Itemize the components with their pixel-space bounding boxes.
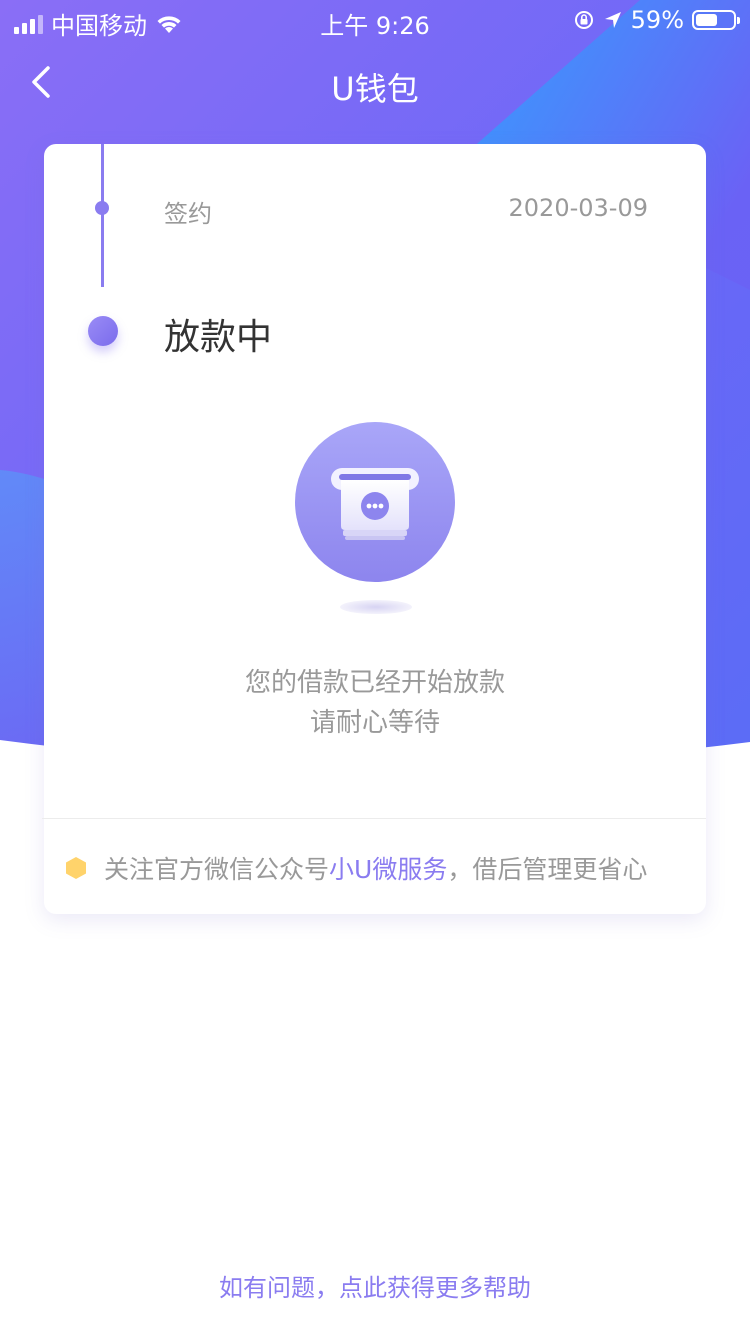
loan-status-card: 签约 2020-03-09 放款中 您的借款已经开始放款 请耐心等待 关注官方微… — [42, 144, 706, 914]
hexagon-icon — [66, 857, 86, 879]
wechat-account-link[interactable]: 小U微服务 — [329, 850, 447, 886]
rotation-lock-icon — [574, 11, 593, 29]
status-message-line1: 您的借款已经开始放款 — [244, 668, 505, 698]
timeline-dot-current — [88, 316, 118, 346]
follow-suffix: ，借后管理更省心 — [447, 855, 648, 884]
receipt-printer-icon — [295, 422, 455, 582]
status-message-line2: 请耐心等待 — [309, 708, 440, 738]
page-title: U钱包 — [331, 70, 419, 108]
current-status-title: 放款中 — [164, 317, 273, 358]
timeline-line — [101, 144, 104, 287]
timeline-step-label: 签约 — [164, 200, 212, 228]
battery-icon — [692, 10, 740, 30]
card-divider — [42, 818, 706, 819]
help-link[interactable]: 如有问题，点此获得更多帮助 — [0, 1268, 750, 1303]
timeline-dot-done — [95, 201, 109, 215]
status-bar: 中国移动 上午 9:26 59% — [0, 0, 750, 40]
location-icon — [604, 12, 621, 28]
navigation-bar: U钱包 — [0, 50, 750, 120]
follow-prefix: 关注官方微信公众号 — [104, 855, 330, 884]
battery-percent: 59% — [630, 6, 684, 34]
illustration-shadow — [340, 600, 412, 614]
timeline-step-date: 2020-03-09 — [508, 194, 648, 222]
wechat-follow-banner: 关注官方微信公众号 小U微服务 ，借后管理更省心 — [64, 848, 647, 888]
